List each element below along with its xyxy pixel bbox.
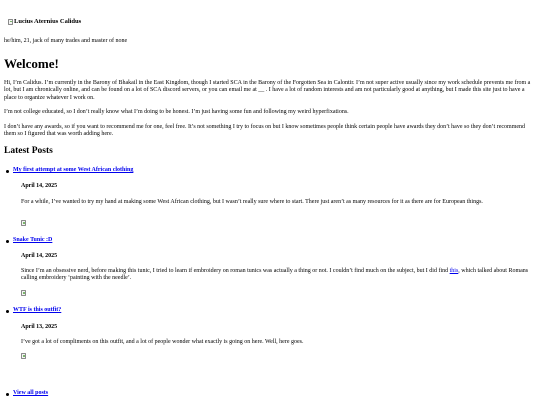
site-logo-alt-text: Lucius Aternius Calidus	[14, 18, 82, 25]
broken-image-icon	[8, 18, 13, 25]
bullet-icon	[6, 240, 9, 243]
post-excerpt-text-a: Since I’m an obsessive nerd, before maki…	[21, 268, 450, 274]
broken-image-icon	[21, 290, 26, 296]
site-logo-link[interactable]: Lucius Aternius Calidus	[8, 18, 81, 25]
post-date: April 14, 2025	[21, 183, 58, 189]
intro-paragraph-3: I don’t have any awards, so if you want …	[4, 124, 526, 138]
site-header: Lucius Aternius Calidus	[4, 0, 536, 31]
broken-image-icon	[21, 353, 26, 359]
bullet-icon	[6, 393, 9, 396]
post-date: April 14, 2025	[21, 253, 58, 259]
source-link[interactable]: this	[450, 268, 459, 274]
bullet-icon	[6, 170, 9, 173]
post-excerpt: For a while, I’ve wanted to try my hand …	[21, 199, 483, 205]
bullet-icon	[6, 310, 9, 313]
latest-posts-heading: Latest Posts	[4, 146, 53, 156]
intro-paragraph-2: I’m not college educated, so I don’t rea…	[4, 109, 349, 115]
broken-image-icon	[21, 220, 26, 226]
intro-paragraph-1: Hi, I’m Calidus. I’m currently in the Ba…	[4, 80, 535, 102]
post-excerpt: I’ve got a lot of compliments on this ou…	[21, 339, 304, 345]
post-date: April 13, 2025	[21, 324, 58, 330]
page: Lucius Aternius Calidus he/him, 21, jack…	[0, 0, 540, 396]
post-title-link[interactable]: WTF is this outfit?	[13, 307, 61, 314]
post-title-link[interactable]: Snake Tunic :D	[13, 237, 52, 244]
post-title-link[interactable]: My first attempt at some West African cl…	[13, 167, 133, 174]
welcome-heading: Welcome!	[4, 56, 59, 71]
site-tagline: he/him, 21, jack of many trades and mast…	[4, 38, 128, 44]
post-excerpt: Since I’m an obsessive nerd, before maki…	[21, 268, 531, 283]
view-all-posts-link[interactable]: View all posts	[13, 390, 48, 397]
